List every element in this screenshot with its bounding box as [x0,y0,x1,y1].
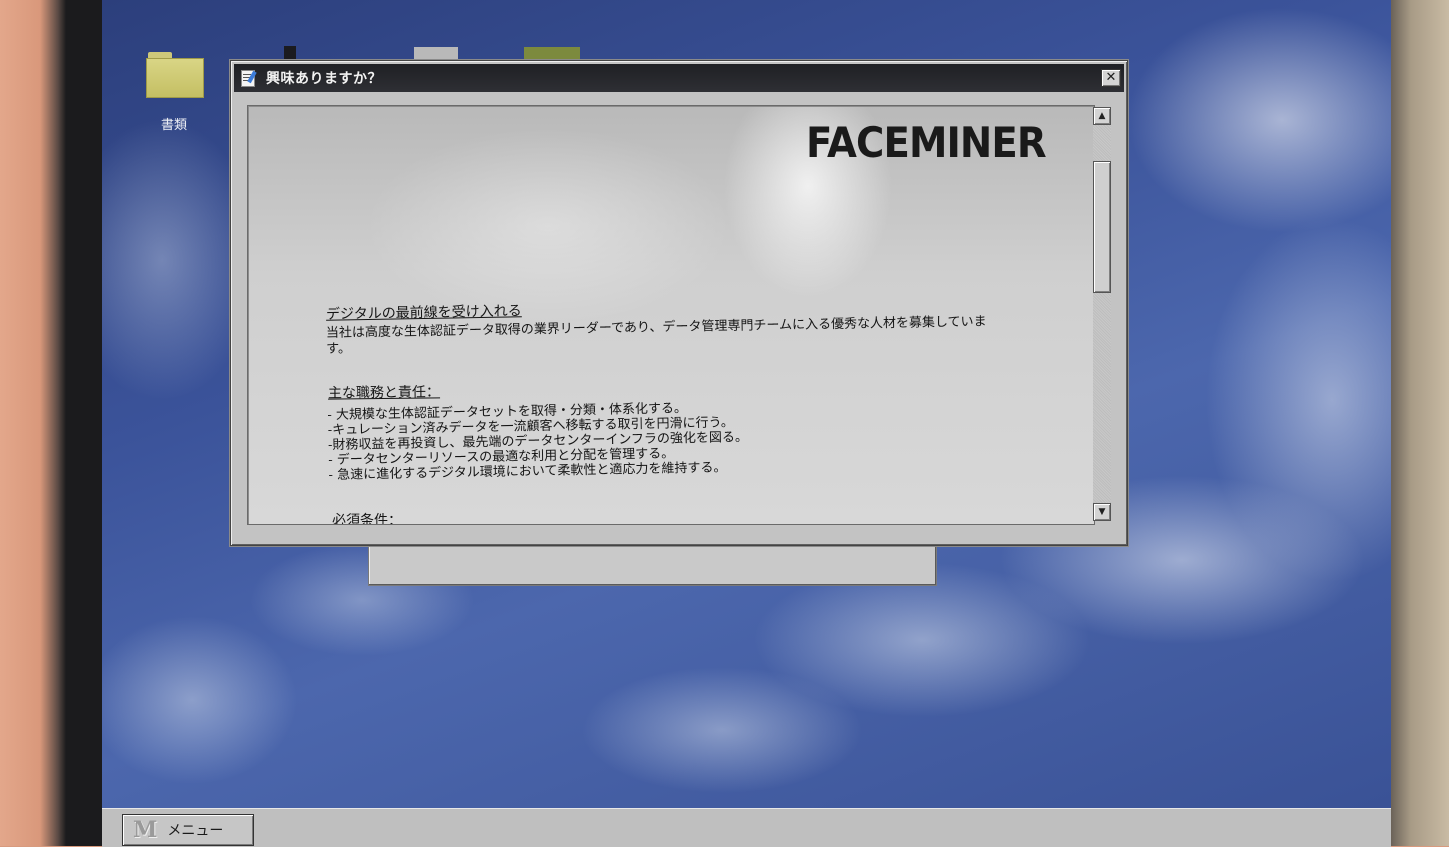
vertical-scrollbar[interactable]: ▲ ▼ [1093,107,1111,521]
faceminer-logo: FACEMINER [806,118,1047,167]
monitor-bezel-right [1391,0,1449,846]
requirements-heading: 必須条件： [332,513,402,525]
document-view[interactable]: FACEMINER デジタルの最前線を受け入れる 当社は高度な生体認証データ取得… [247,105,1095,525]
dialog-title: 興味ありますか？ [266,71,382,87]
desktop-icon-documents[interactable]: 書類 [144,52,204,133]
start-menu-button[interactable]: M メニュー [122,814,254,846]
taskbar: M メニュー [102,808,1391,847]
interest-dialog[interactable]: 興味ありますか？ ✕ FACEMINER デジタルの最前線を受け入れる 当社は高… [230,60,1128,546]
scroll-thumb[interactable] [1093,161,1111,293]
menu-logo-icon: M [133,817,157,843]
scroll-up-button[interactable]: ▲ [1093,107,1111,125]
desktop-icon-label: 書類 [160,118,187,133]
scroll-down-button[interactable]: ▼ [1093,503,1111,521]
dialog-titlebar[interactable]: 興味ありますか？ ✕ [234,64,1124,92]
menu-label: メニュー [167,823,224,839]
ad-heading: デジタルの最前線を受け入れる [325,303,522,323]
monitor-bezel-left [0,0,102,846]
app-icon[interactable] [524,47,580,61]
notepad-icon [240,69,258,87]
close-button[interactable]: ✕ [1101,69,1121,87]
desktop: 書類 興味ありますか？ ✕ FACEMINER デジタルの最前線を受け入れる 当… [102,0,1391,808]
duties-list: - 大規模な生体認証データセットを取得・分類・体系化する。 -キュレーション済み… [327,400,748,483]
duties-heading: 主な職務と責任： [327,384,441,402]
drive-icon[interactable] [414,47,458,61]
folder-icon [146,52,204,98]
